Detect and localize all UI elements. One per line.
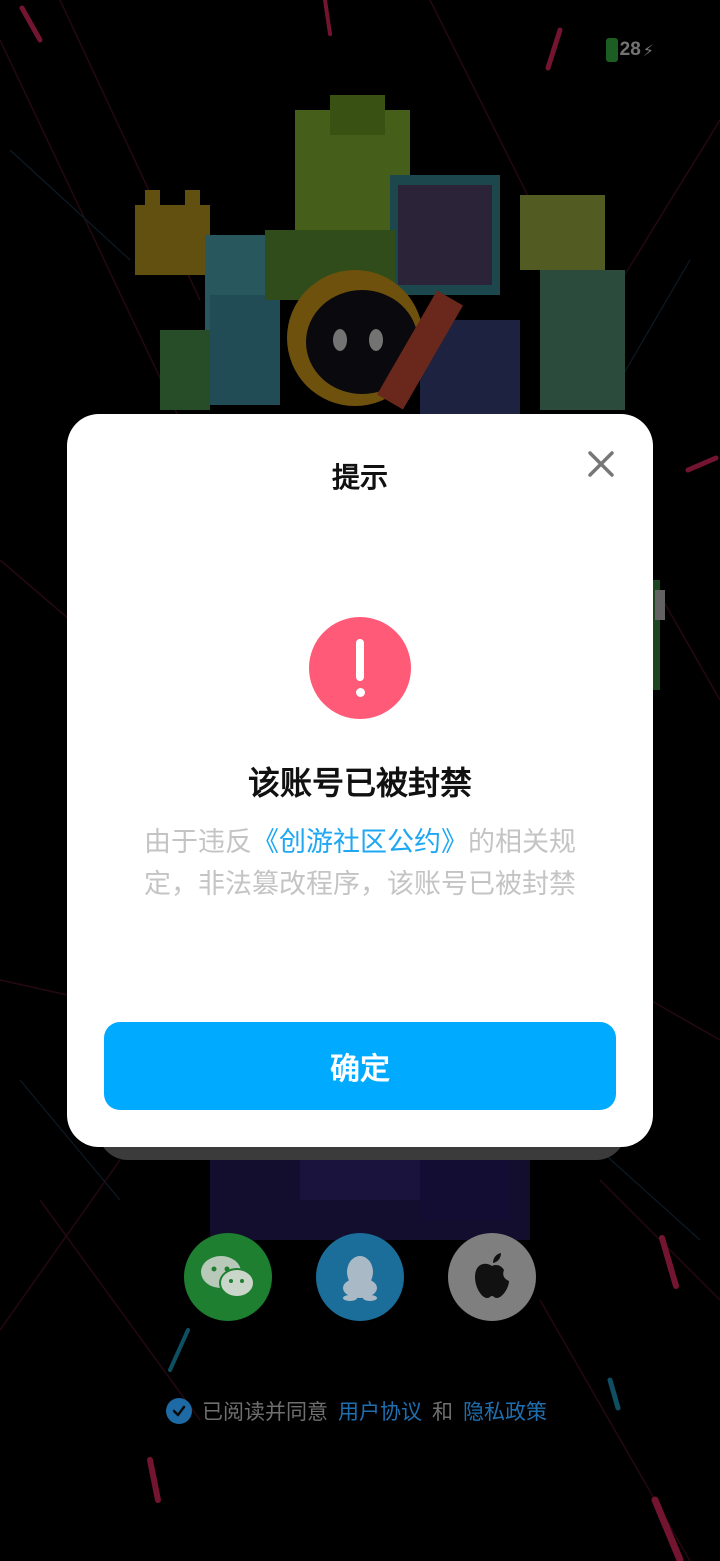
apple-login-button[interactable] <box>448 1233 536 1321</box>
message-text-pre: 由于违反 <box>144 827 252 858</box>
dialog-message: 由于违反《创游社区公约》的相关规定，非法篡改程序，该账号已被封禁 <box>123 822 597 906</box>
apple-icon <box>475 1253 509 1298</box>
close-button[interactable] <box>579 442 623 486</box>
agreement-row: 已阅读并同意 用户协议 和 隐私政策 <box>166 1396 547 1426</box>
qq-login-button[interactable] <box>316 1233 404 1321</box>
qq-penguin-icon <box>343 1256 377 1301</box>
community-rules-link[interactable]: 《创游社区公约》 <box>252 827 468 858</box>
agreement-prefix: 已阅读并同意 <box>202 1400 328 1424</box>
privacy-policy-link[interactable]: 隐私政策 <box>463 1396 547 1426</box>
dialog-title: 提示 <box>331 461 388 494</box>
confirm-button[interactable]: 确定 <box>104 1022 616 1110</box>
wechat-login-button[interactable] <box>184 1233 272 1321</box>
dialog-heading: 该账号已被封禁 <box>247 764 472 802</box>
exclamation-icon <box>309 617 411 719</box>
user-agreement-link[interactable]: 用户协议 <box>338 1396 422 1426</box>
checkbox-checked-icon[interactable] <box>166 1398 192 1424</box>
wechat-icon <box>201 1256 255 1298</box>
close-icon <box>588 451 614 477</box>
ban-dialog: 提示 该账号已被封禁 由于违反《创游社区公约》的相关规定，非法篡改程序，该账号已… <box>67 414 653 1147</box>
agreement-and: 和 <box>432 1400 453 1424</box>
